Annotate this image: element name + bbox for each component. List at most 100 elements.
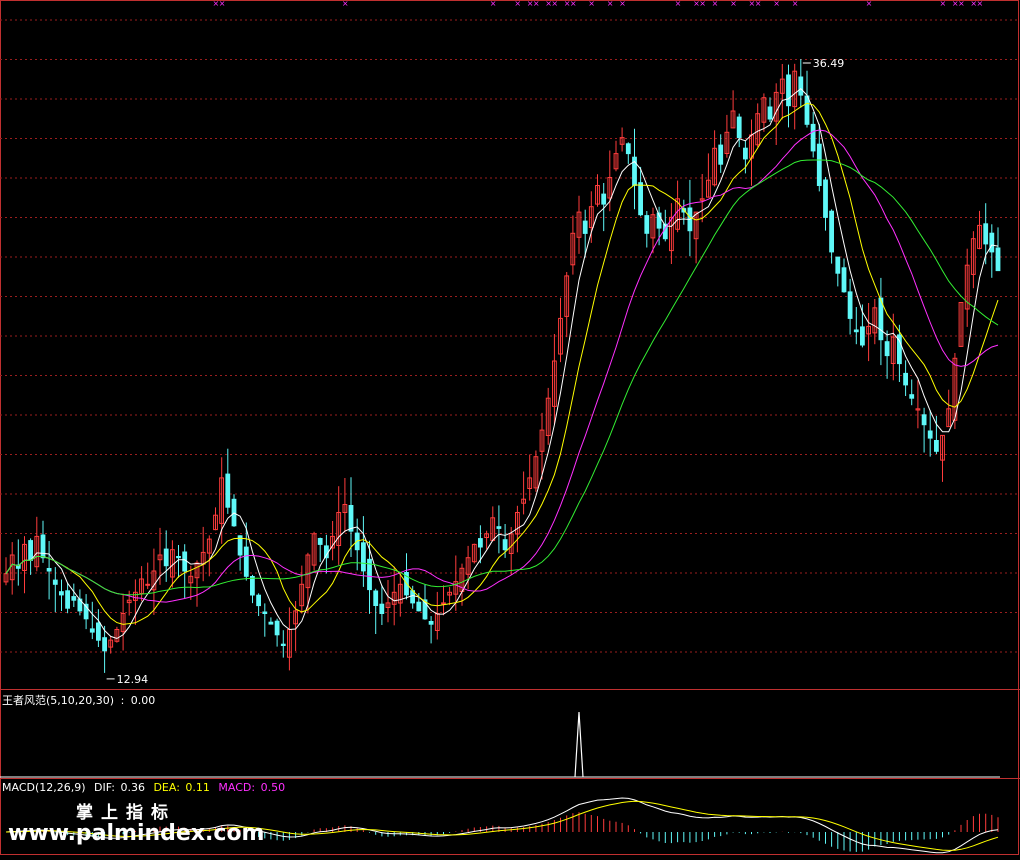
candle-down [225,473,231,508]
signal-cross: × [977,0,984,8]
signal-cross: × [342,0,349,8]
ma10-line [5,102,999,625]
dea-label: DEA: [153,781,179,794]
signal-cross: × [712,0,719,8]
svg-text:王者风范(5,10,20,30) :: 王者风范(5,10,20,30) : 0.00 [2,693,155,707]
moving-average-lines [5,88,999,640]
macd-title: MACD(12,26,9) [2,781,86,794]
ma30-line [5,159,999,596]
candle-down [496,526,502,529]
candle-down [816,143,822,186]
signal-cross: × [675,0,682,8]
signal-cross: × [219,0,226,8]
signal-cross: × [792,0,799,8]
candle-down [835,256,841,274]
low-label: 12.94 [117,673,149,686]
signal-cross: × [730,0,737,8]
candle-down [736,116,742,139]
signal-cross: × [570,0,577,8]
candle-down [280,643,286,647]
candle-down [182,551,188,572]
candle-down [65,590,70,609]
stock-chart-window: × × × × × × × × × × × × × × × × × × × × × × × × × × × × × 36.49 12.9… [0,0,1020,856]
indicator-spike [574,711,584,778]
candle-down [416,601,422,612]
price-grid [0,19,1018,653]
price-chart[interactable]: × × × × × × × × × × × × × × × × × × × × × × × × × × × × × 36.49 12.9… [0,0,1020,856]
svg-text:MACD(12,26,9) DIF:: MACD(12,26,9) DIF: 0.36 DEA: 0.11 MACD: … [2,781,285,794]
candle-down [59,591,64,596]
candle-down [934,440,939,452]
candle-down [847,291,853,319]
candle-down [804,95,810,125]
candle-down [250,576,255,596]
candle-down [823,179,828,218]
candle-down [989,232,995,253]
signal-cross: × [619,0,626,8]
candle-down [921,414,927,426]
signal-cross: × [514,0,521,8]
candle-down [853,329,859,333]
candle-down [786,74,791,107]
candle-down [841,267,847,293]
indicator-title: 王者风范(5,10,20,30) [2,693,114,707]
indicator-value: 0.00 [131,694,156,707]
candle-down [89,628,95,633]
signal-cross: × [699,0,706,8]
watermark: 掌上指标 www.palmindex.com [8,802,264,846]
candle-down [995,247,1001,272]
candle-down [102,637,107,652]
candle-down [743,147,748,160]
candle-down [767,106,773,120]
candle-down [274,620,280,636]
candle-down [903,372,909,386]
signal-cross: × [773,0,780,8]
macd-value: 0.50 [261,781,286,794]
candle-down [163,548,169,567]
candle-down [798,76,804,96]
dea-value: 0.11 [185,781,210,794]
candle-down [428,621,434,625]
candle-down [46,568,52,572]
ma5-line [5,88,999,640]
signal-markers: × × × × × × × × × × × × × × × × × × × × × × × × × × × × × [213,0,984,8]
candle-down [317,538,323,545]
signal-cross: × [490,0,497,8]
signal-cross: × [551,0,558,8]
candle-down [718,144,724,165]
macd-label: MACD: [218,781,255,794]
candle-down [884,341,890,357]
candle-down [644,215,650,234]
candle-down [262,611,268,614]
signal-cross: × [958,0,965,8]
candle-down [983,223,989,245]
candle-down [52,579,58,585]
watermark-url: www.palmindex.com [8,821,264,846]
candle-down [176,556,181,559]
watermark-title: 掌上指标 [76,802,176,823]
indicator-separator: : [121,694,125,707]
candle-down [582,220,588,234]
signal-cross: × [533,0,540,8]
candle-down [256,594,262,607]
candle-down [860,326,865,346]
candle-down [829,210,835,253]
dif-value: 0.36 [120,781,145,794]
candle-down [71,596,77,601]
signal-cross: × [607,0,614,8]
candle-up [145,583,151,586]
candlesticks [3,59,1001,673]
candle-down [28,540,34,561]
candle-down [625,143,631,155]
candle-down [361,542,366,572]
candle-down [96,622,101,641]
candle-down [373,590,379,606]
candle-down [601,193,607,205]
candle-down [638,182,644,216]
signal-cross: × [940,0,947,8]
candle-down [243,546,249,577]
dif-label: DIF: [94,781,115,794]
candle-down [268,621,274,625]
ma20-line [5,129,999,603]
signal-cross: × [866,0,873,8]
